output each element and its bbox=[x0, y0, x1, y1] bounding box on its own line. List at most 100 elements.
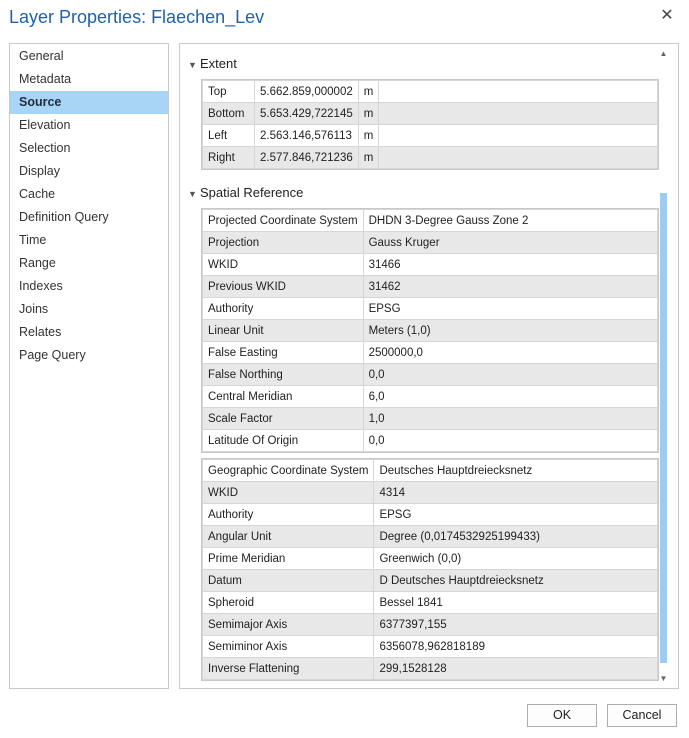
source-panel: ▼ Extent Top 5.662.859,000002 m Bottom 5.653.… bbox=[179, 43, 679, 689]
property-value: Meters (1,0) bbox=[362, 319, 659, 342]
sidebar-item-general[interactable]: General bbox=[10, 45, 168, 68]
extent-unit: m bbox=[357, 102, 380, 125]
property-value: 1,0 bbox=[362, 407, 659, 430]
property-value: 299,1528128 bbox=[373, 657, 658, 680]
extent-unit: m bbox=[357, 80, 380, 103]
extent-label: Left bbox=[202, 124, 255, 147]
close-icon[interactable]: ✕ bbox=[657, 6, 677, 26]
vertical-scrollbar[interactable]: ▲ ▼ bbox=[659, 49, 668, 684]
table-row: Authority EPSG bbox=[202, 297, 659, 320]
extent-label: Top bbox=[202, 80, 255, 103]
scroll-down-icon[interactable]: ▼ bbox=[659, 674, 668, 684]
property-value: Greenwich (0,0) bbox=[373, 547, 658, 570]
property-value: EPSG bbox=[373, 503, 658, 526]
sidebar-item-elevation[interactable]: Elevation bbox=[10, 114, 168, 137]
sidebar-item-definition-query[interactable]: Definition Query bbox=[10, 206, 168, 229]
extent-unit: m bbox=[357, 124, 380, 147]
spatial-reference-header: Spatial Reference bbox=[200, 185, 304, 200]
title-bar: Layer Properties: Flaechen_Lev ✕ bbox=[0, 0, 689, 34]
property-value: 31462 bbox=[362, 275, 659, 298]
sidebar-item-source[interactable]: Source bbox=[10, 91, 168, 114]
sidebar-item-display[interactable]: Display bbox=[10, 160, 168, 183]
ok-button[interactable]: OK bbox=[527, 704, 597, 727]
property-value: Degree (0,0174532925199433) bbox=[373, 525, 658, 548]
property-label: Inverse Flattening bbox=[201, 657, 375, 680]
sidebar-item-indexes[interactable]: Indexes bbox=[10, 275, 168, 298]
table-row: Central Meridian 6,0 bbox=[202, 385, 659, 408]
table-row: Scale Factor 1,0 bbox=[202, 407, 659, 430]
property-label: Scale Factor bbox=[202, 407, 364, 430]
sidebar-item-relates[interactable]: Relates bbox=[10, 321, 168, 344]
sidebar-item-metadata[interactable]: Metadata bbox=[10, 68, 168, 91]
table-row: Linear Unit Meters (1,0) bbox=[202, 319, 659, 342]
property-value: 6377397,155 bbox=[373, 613, 658, 636]
table-row: Semiminor Axis 6356078,962818189 bbox=[201, 635, 658, 658]
extent-header: Extent bbox=[200, 56, 237, 71]
table-row: False Easting 2500000,0 bbox=[202, 341, 659, 364]
property-value: D Deutsches Hauptdreiecksnetz bbox=[373, 569, 658, 592]
table-row: Bottom 5.653.429,722145 m bbox=[202, 102, 658, 125]
scroll-thumb[interactable] bbox=[660, 193, 667, 663]
property-label: Prime Meridian bbox=[201, 547, 375, 570]
table-row: Top 5.662.859,000002 m bbox=[202, 80, 658, 103]
extent-label: Bottom bbox=[202, 102, 255, 125]
chevron-down-icon: ▼ bbox=[188, 59, 197, 70]
property-value: 6356078,962818189 bbox=[373, 635, 658, 658]
property-value: Deutsches Hauptdreiecksnetz bbox=[373, 459, 658, 482]
geographic-grid: Geographic Coordinate System Deutsches Ha… bbox=[201, 458, 659, 681]
property-label: Projection bbox=[202, 231, 364, 254]
table-row: Previous WKID 31462 bbox=[202, 275, 659, 298]
property-value: 6,0 bbox=[362, 385, 659, 408]
property-value: DHDN 3-Degree Gauss Zone 2 bbox=[362, 209, 659, 232]
table-row: Semimajor Axis 6377397,155 bbox=[201, 613, 658, 636]
property-label: Linear Unit bbox=[202, 319, 364, 342]
table-row: Right 2.577.846,721236 m bbox=[202, 146, 658, 169]
table-row: WKID 4314 bbox=[201, 481, 658, 504]
chevron-down-icon: ▼ bbox=[188, 188, 197, 199]
table-row: Inverse Flattening 299,1528128 bbox=[201, 657, 658, 680]
property-label: Angular Unit bbox=[201, 525, 375, 548]
property-label: Previous WKID bbox=[202, 275, 364, 298]
extent-value: 5.653.429,722145 bbox=[254, 102, 359, 125]
extent-spacer bbox=[378, 124, 658, 147]
extent-spacer bbox=[378, 146, 658, 169]
property-label: False Northing bbox=[202, 363, 364, 386]
extent-value: 2.577.846,721236 bbox=[254, 146, 359, 169]
sidebar-item-page-query[interactable]: Page Query bbox=[10, 344, 168, 367]
property-label: Authority bbox=[202, 297, 364, 320]
property-value: 0,0 bbox=[362, 363, 659, 386]
spatial-reference-section-toggle[interactable]: ▼ Spatial Reference bbox=[188, 184, 303, 202]
sidebar-item-range[interactable]: Range bbox=[10, 252, 168, 275]
extent-spacer bbox=[378, 80, 658, 103]
property-label: WKID bbox=[201, 481, 375, 504]
cancel-button[interactable]: Cancel bbox=[607, 704, 677, 727]
table-row: False Northing 0,0 bbox=[202, 363, 659, 386]
table-row: Spheroid Bessel 1841 bbox=[201, 591, 658, 614]
scroll-up-icon[interactable]: ▲ bbox=[659, 49, 668, 59]
property-value: EPSG bbox=[362, 297, 659, 320]
sidebar-item-selection[interactable]: Selection bbox=[10, 137, 168, 160]
table-row: Projected Coordinate System DHDN 3-Degree… bbox=[202, 209, 659, 232]
extent-value: 5.662.859,000002 bbox=[254, 80, 359, 103]
property-label: Spheroid bbox=[201, 591, 375, 614]
sidebar-item-joins[interactable]: Joins bbox=[10, 298, 168, 321]
table-row: WKID 31466 bbox=[202, 253, 659, 276]
sidebar-item-cache[interactable]: Cache bbox=[10, 183, 168, 206]
table-row: Authority EPSG bbox=[201, 503, 658, 526]
scroll-track[interactable] bbox=[660, 61, 667, 673]
table-row: Angular Unit Degree (0,0174532925199433) bbox=[201, 525, 658, 548]
table-row: Geographic Coordinate System Deutsches Ha… bbox=[201, 459, 658, 482]
property-label: Semimajor Axis bbox=[201, 613, 375, 636]
table-row: Datum D Deutsches Hauptdreiecksnetz bbox=[201, 569, 658, 592]
property-value: Bessel 1841 bbox=[373, 591, 658, 614]
property-label: Projected Coordinate System bbox=[202, 209, 364, 232]
table-row: Prime Meridian Greenwich (0,0) bbox=[201, 547, 658, 570]
sidebar-item-time[interactable]: Time bbox=[10, 229, 168, 252]
property-label: Datum bbox=[201, 569, 375, 592]
property-value: 0,0 bbox=[362, 429, 659, 452]
projected-grid: Projected Coordinate System DHDN 3-Degree… bbox=[201, 208, 659, 453]
extent-section-toggle[interactable]: ▼ Extent bbox=[188, 55, 237, 73]
extent-grid: Top 5.662.859,000002 m Bottom 5.653.429,7221… bbox=[201, 79, 659, 170]
property-label: False Easting bbox=[202, 341, 364, 364]
window-title: Layer Properties: Flaechen_Lev bbox=[9, 7, 265, 27]
